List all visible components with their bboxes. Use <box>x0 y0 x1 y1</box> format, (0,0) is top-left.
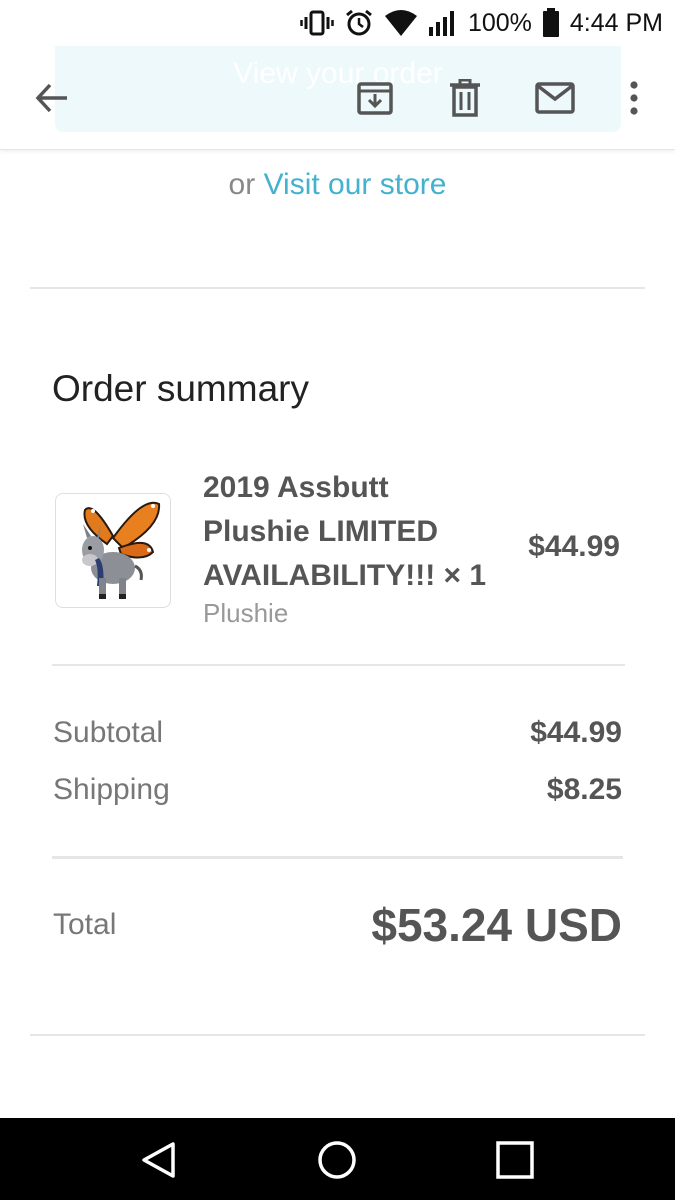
product-name[interactable]: 2019 Assbutt Plushie LIMITED AVAILABILIT… <box>203 466 493 598</box>
vibrate-icon <box>300 9 334 37</box>
visit-store-link[interactable]: Visit our store <box>264 168 447 201</box>
visit-store-row: or Visit our store <box>0 168 675 202</box>
divider-bottom <box>30 1034 645 1036</box>
divider-totals <box>52 856 623 859</box>
subtotal-label: Subtotal <box>53 716 164 749</box>
delete-button[interactable] <box>441 74 489 122</box>
battery-percent: 100% <box>467 8 532 37</box>
archive-icon <box>357 82 393 115</box>
nav-recents-button[interactable] <box>493 1138 537 1182</box>
nav-back-button[interactable] <box>137 1138 181 1182</box>
product-thumbnail[interactable] <box>55 493 171 608</box>
shipping-value: $8.25 <box>546 773 622 806</box>
order-summary-title: Order summary <box>52 368 309 409</box>
more-options-button[interactable] <box>610 74 658 122</box>
product-price: $44.99 <box>528 530 620 563</box>
email-action-bar: View your order <box>0 16 675 150</box>
wifi-icon <box>384 9 418 37</box>
divider-product <box>52 664 625 666</box>
recents-square-icon <box>496 1141 534 1179</box>
back-triangle-icon <box>142 1142 175 1178</box>
home-circle-icon <box>318 1141 356 1179</box>
visit-prefix: or <box>228 168 256 201</box>
subtotal-value: $44.99 <box>530 716 622 749</box>
status-time: 4:44 PM <box>569 8 663 37</box>
product-variant: Plushie <box>203 598 289 628</box>
back-arrow-icon <box>35 83 67 113</box>
alarm-icon <box>344 8 374 38</box>
divider-top <box>30 287 645 289</box>
signal-icon <box>428 9 458 37</box>
archive-button[interactable] <box>351 74 399 122</box>
delete-icon <box>450 79 480 117</box>
system-nav-bar <box>0 1118 675 1200</box>
view-order-banner-text: View your order <box>233 57 443 90</box>
email-screen: 100% 4:44 PM View your order or Visit ou… <box>0 0 675 1200</box>
battery-icon <box>542 8 560 38</box>
total-value: $53.24 USD <box>371 899 622 951</box>
back-button[interactable] <box>28 74 76 122</box>
total-label: Total <box>53 908 117 941</box>
mark-unread-icon <box>535 82 575 114</box>
nav-home-button[interactable] <box>315 1138 359 1182</box>
status-bar: 100% 4:44 PM <box>0 0 675 46</box>
butterfly-donkey-plushie-image <box>82 501 161 599</box>
mark-unread-button[interactable] <box>531 74 579 122</box>
more-vert-icon <box>630 81 638 115</box>
shipping-label: Shipping <box>53 773 170 806</box>
